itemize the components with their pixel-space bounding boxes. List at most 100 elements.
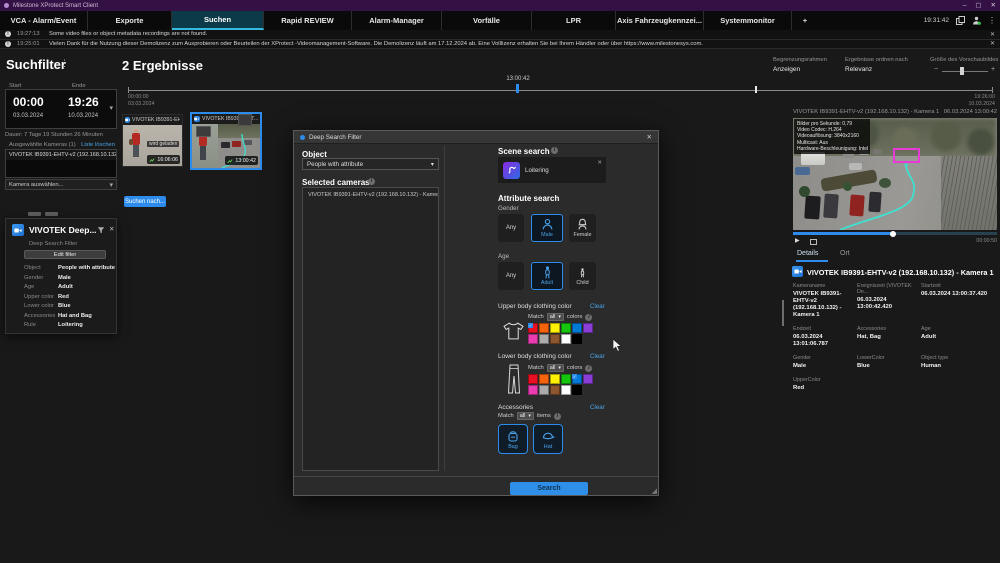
plus-icon[interactable]: + (991, 66, 995, 73)
minus-icon[interactable]: − (934, 66, 938, 73)
camera-list-item[interactable]: VIVOTEK IB9391-EHTV-v2 (192.168.10.132) … (6, 150, 116, 160)
color-swatch[interactable] (550, 334, 560, 344)
color-swatch[interactable] (561, 385, 571, 395)
timeline-marker[interactable] (516, 84, 519, 93)
order-by-select[interactable]: Relevanz (845, 66, 872, 73)
color-swatch[interactable] (550, 323, 560, 333)
info-icon[interactable]: i (554, 413, 561, 420)
gender-male-button[interactable]: Male (531, 214, 563, 242)
selected-camera-item[interactable]: VIVOTEK IB9391-EHTV-v2 (192.168.10.132) … (303, 188, 438, 202)
tab-lpr[interactable]: LPR (532, 11, 616, 30)
details-scrollbar[interactable] (782, 300, 784, 326)
upper-clear-link[interactable]: Clear (590, 303, 605, 310)
filter-icon[interactable] (97, 226, 105, 234)
age-child-button[interactable]: Child (569, 262, 596, 290)
tab-exporte[interactable]: Exporte (88, 11, 172, 30)
child-icon (576, 266, 589, 279)
close-icon[interactable]: ✕ (990, 31, 995, 38)
color-swatch[interactable]: ✓ (572, 374, 582, 384)
tab-ort[interactable]: Ort (840, 250, 850, 257)
close-button[interactable]: ✕ (991, 0, 996, 11)
dialog-title-bar[interactable]: Deep Search Filter ✕ (294, 131, 658, 144)
color-swatch[interactable] (528, 334, 538, 344)
tab-alarm-manager[interactable]: Alarm-Manager (352, 11, 442, 30)
thumbnail-hover-control[interactable] (238, 114, 252, 126)
tab-axis-fahrzeugkennzeichen[interactable]: Axis Fahrzeugkennzei... (616, 11, 704, 30)
color-swatch[interactable] (550, 374, 560, 384)
match-dropdown[interactable]: all▾ (547, 364, 564, 372)
color-swatch[interactable] (528, 374, 538, 384)
color-swatch[interactable] (572, 334, 582, 344)
add-to-export-icon[interactable] (810, 239, 817, 245)
close-icon[interactable]: ✕ (990, 40, 995, 47)
color-swatch[interactable] (561, 323, 571, 333)
color-swatch[interactable] (572, 385, 582, 395)
selected-cameras-list[interactable]: VIVOTEK IB9391-EHTV-v2 (192.168.10.132) … (302, 187, 439, 471)
accessory-hat-button[interactable]: Hat (533, 424, 563, 454)
color-swatch[interactable] (572, 323, 582, 333)
camera-list[interactable]: VIVOTEK IB9391-EHTV-v2 (192.168.10.132) … (5, 149, 117, 178)
match-dropdown[interactable]: all▾ (517, 412, 534, 420)
info-icon[interactable]: i (585, 314, 592, 321)
color-swatch[interactable] (539, 323, 549, 333)
time-range-picker[interactable]: 00:00 03.03.2024 19:26 10.03.2024 ▾ (5, 89, 117, 129)
lower-clear-link[interactable]: Clear (590, 353, 605, 360)
age-any-button[interactable]: Any (498, 262, 524, 290)
app-logo-icon (4, 3, 9, 8)
color-swatch[interactable] (561, 334, 571, 344)
notification-time: 19:27:13 (17, 31, 43, 37)
camera-select-dropdown[interactable]: Kamera auswählen... ▾ (5, 179, 117, 190)
accessories-clear-link[interactable]: Clear (590, 404, 605, 411)
color-swatch[interactable] (528, 385, 538, 395)
remove-icon[interactable]: ✕ (597, 160, 602, 166)
age-adult-button[interactable]: Adult (531, 262, 563, 290)
edit-filter-button[interactable]: Edit filter (24, 250, 106, 259)
search-for-button[interactable]: Suchen nach... (124, 196, 166, 207)
size-slider-track[interactable] (942, 71, 988, 73)
tab-suchen[interactable]: Suchen (172, 11, 264, 30)
playback-progress-handle[interactable] (890, 231, 896, 237)
color-swatch[interactable] (583, 323, 593, 333)
color-swatch[interactable] (539, 374, 549, 384)
export-jobs-icon[interactable] (956, 16, 965, 25)
color-swatch[interactable] (561, 374, 571, 384)
info-icon[interactable]: i (551, 147, 558, 154)
results-timeline[interactable] (128, 90, 993, 91)
video-preview[interactable]: Bilder pro Sekunde: 0,79 Video Codec: H.… (793, 118, 997, 230)
minimize-button[interactable]: – (963, 0, 967, 11)
size-slider-handle[interactable] (960, 67, 964, 75)
kebab-menu-icon[interactable]: ⋮ (988, 16, 996, 25)
color-swatch[interactable] (539, 385, 549, 395)
dialog-search-button[interactable]: Search (510, 482, 588, 495)
gender-female-button[interactable]: Female (569, 214, 596, 242)
close-icon[interactable]: ✕ (109, 225, 114, 233)
maximize-button[interactable]: ▢ (975, 0, 981, 11)
object-dropdown[interactable]: People with attribute ▾ (302, 158, 439, 170)
info-icon[interactable]: i (368, 178, 375, 185)
play-button[interactable]: ▶ (795, 237, 800, 244)
order-by-label: Ergebnisse ordnen nach (845, 57, 908, 63)
tab-systemmonitor[interactable]: Systemmonitor (704, 11, 792, 30)
tab-rapid-review[interactable]: Rapid REVIEW (264, 11, 352, 30)
duration-text: Dauer: 7 Tage 19 Stunden 26 Minuten (5, 132, 103, 138)
accessory-bag-button[interactable]: Bag (498, 424, 528, 454)
color-swatch[interactable] (583, 374, 593, 384)
tab-add-button[interactable]: + (792, 11, 818, 30)
resize-grip[interactable]: ◢ (652, 487, 657, 495)
bounding-box-select[interactable]: Anzeigen (773, 66, 800, 73)
user-profile-icon[interactable] (972, 16, 981, 25)
result-thumbnail[interactable]: VIVOTEK IB9391-EHTV-v2... wird geladen 1… (122, 114, 183, 167)
match-dropdown[interactable]: all▾ (547, 313, 564, 321)
close-icon[interactable]: ✕ (647, 133, 652, 141)
scene-search-item[interactable]: Loitering ✕ (498, 157, 606, 183)
color-swatch[interactable]: ✓ (528, 323, 538, 333)
gender-any-button[interactable]: Any (498, 214, 524, 242)
filter-menu-icon[interactable]: ⋮ (60, 58, 69, 69)
tab-details[interactable]: Details (797, 250, 818, 257)
color-swatch[interactable] (550, 385, 560, 395)
clear-list-link[interactable]: Liste löschen (81, 142, 115, 148)
tab-vorfaelle[interactable]: Vorfälle (442, 11, 532, 30)
color-swatch[interactable] (539, 334, 549, 344)
tab-vca-alarm-event[interactable]: VCA - Alarm/Event (0, 11, 88, 30)
info-icon[interactable]: i (585, 365, 592, 372)
